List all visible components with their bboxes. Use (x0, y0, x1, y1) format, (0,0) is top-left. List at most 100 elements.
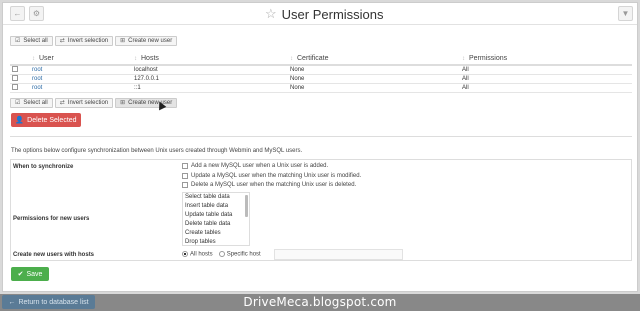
sync-option-add[interactable]: Add a new MySQL user when a Unix user is… (182, 163, 328, 169)
title-bar: ← ⚙ ☆ User Permissions ▼ (3, 3, 637, 25)
settings-button[interactable]: ⚙ (29, 6, 44, 21)
invert-selection-label: Invert selection (67, 100, 109, 106)
invert-selection-button[interactable]: ⇄ Invert selection (54, 36, 114, 46)
watermark-text: DriveMeca.blogspot.com (243, 295, 397, 309)
save-label: Save (26, 270, 43, 278)
delete-selected-label: Delete Selected (27, 116, 77, 124)
radio-selected[interactable] (182, 251, 188, 257)
checkbox-icon: ☑ (15, 100, 21, 106)
arrow-left-icon: ← (13, 9, 22, 18)
user-link[interactable]: root (32, 67, 42, 73)
permissions-select[interactable]: Select table data Insert table data Upda… (182, 192, 250, 246)
checkbox[interactable] (182, 163, 188, 169)
hosts-label: Create new users with hosts (13, 252, 95, 258)
specific-host-input[interactable] (274, 249, 403, 260)
checkbox[interactable] (182, 182, 188, 188)
sync-option-delete[interactable]: Delete a MySQL user when the matching Un… (182, 182, 356, 188)
sync-option-update-label: Update a MySQL user when the matching Un… (191, 173, 362, 179)
create-new-user-label: Create new user (128, 38, 173, 44)
permission-option[interactable]: Drop tables (183, 238, 249, 245)
select-all-button[interactable]: ☑ Select all (10, 98, 53, 108)
all-hosts-label: All hosts (190, 251, 213, 258)
plus-square-icon: ⊞ (120, 100, 126, 106)
header-permissions[interactable]: ↕ Permissions (460, 52, 632, 66)
bottom-toolbar: ☑ Select all ⇄ Invert selection ⊞ Create ne… (10, 98, 178, 108)
header-user[interactable]: ↕ User (30, 52, 132, 66)
invert-selection-label: Invert selection (67, 38, 109, 44)
when-to-sync-label: When to synchronize (13, 164, 74, 170)
sync-description: The options below configure synchronizat… (11, 148, 303, 154)
select-all-label: Select all (23, 38, 48, 44)
save-button[interactable]: ✔ Save (11, 267, 49, 281)
invert-icon: ⇄ (59, 100, 65, 106)
check-circle-icon: ✔ (17, 271, 24, 278)
user-cell: root (30, 83, 132, 93)
permission-option[interactable]: Create tables (183, 229, 249, 238)
header-hosts-label: Hosts (141, 54, 159, 62)
permission-option[interactable]: Delete table data (183, 220, 249, 229)
permission-option[interactable]: Select table data (183, 193, 249, 202)
header-permissions-label: Permissions (469, 54, 508, 62)
select-all-button[interactable]: ☑ Select all (10, 36, 53, 46)
permissions-cell: All (460, 83, 632, 93)
row-select (10, 74, 30, 84)
row-checkbox[interactable] (12, 84, 18, 91)
create-new-user-button[interactable]: ⊞ Create new user (115, 36, 178, 46)
filter-icon: ▼ (621, 9, 630, 18)
header-user-label: User (39, 54, 54, 62)
host-cell: localhost (132, 65, 288, 75)
row-checkbox[interactable] (12, 75, 18, 82)
select-all-label: Select all (23, 100, 48, 106)
divider (10, 136, 632, 137)
specific-host-label: Specific host (226, 251, 261, 258)
user-minus-icon: 👤 (15, 117, 25, 124)
specific-host-radio[interactable]: Specific host (218, 251, 261, 258)
header-certificate[interactable]: ↕ Certificate (288, 52, 460, 66)
row-checkbox[interactable] (12, 66, 18, 73)
header-hosts[interactable]: ↕ Hosts (132, 52, 288, 66)
star-icon[interactable]: ☆ (265, 6, 277, 22)
sort-icon: ↕ (462, 55, 465, 62)
back-button[interactable]: ← (10, 6, 25, 21)
table-row: root localhost None All (10, 65, 632, 75)
listbox-scrollbar[interactable] (245, 195, 248, 217)
permission-option[interactable]: Update table data (183, 211, 249, 220)
user-cell: root (30, 74, 132, 84)
user-link[interactable]: root (32, 76, 42, 82)
sync-option-add-label: Add a new MySQL user when a Unix user is… (191, 163, 329, 169)
invert-icon: ⇄ (59, 38, 65, 44)
row-select (10, 65, 30, 75)
certificate-cell: None (288, 83, 460, 93)
all-hosts-radio[interactable]: All hosts (182, 251, 213, 258)
top-toolbar: ☑ Select all ⇄ Invert selection ⊞ Create ne… (10, 36, 178, 46)
row-select (10, 83, 30, 93)
delete-selected-button[interactable]: 👤 Delete Selected (11, 113, 81, 127)
permission-option[interactable]: Insert table data (183, 202, 249, 211)
certificate-cell: None (288, 65, 460, 75)
user-link[interactable]: root (32, 85, 42, 91)
permissions-cell: All (460, 65, 632, 75)
create-new-user-button[interactable]: ⊞ Create new user (115, 98, 178, 108)
users-table: ↕ User ↕ Hosts ↕ Certificate ↕ Permissions r… (10, 52, 632, 93)
header-select (10, 52, 30, 66)
host-cell: ::1 (132, 83, 288, 93)
table-header-row: ↕ User ↕ Hosts ↕ Certificate ↕ Permissions (10, 52, 632, 66)
invert-selection-button[interactable]: ⇄ Invert selection (54, 98, 114, 108)
table-row: root ::1 None All (10, 83, 632, 93)
sync-form: When to synchronize Add a new MySQL user… (10, 159, 632, 261)
permissions-label: Permissions for new users (13, 216, 90, 222)
permissions-cell: All (460, 74, 632, 84)
hosts-radio-group: All hosts Specific host (182, 251, 261, 258)
header-certificate-label: Certificate (297, 54, 329, 62)
sort-icon: ↕ (32, 55, 35, 62)
checkbox[interactable] (182, 173, 188, 179)
certificate-cell: None (288, 74, 460, 84)
table-row: root 127.0.0.1 None All (10, 74, 632, 84)
radio[interactable] (218, 251, 225, 257)
gear-icon: ⚙ (32, 9, 41, 18)
user-cell: root (30, 65, 132, 75)
sync-option-update[interactable]: Update a MySQL user when the matching Un… (182, 173, 361, 179)
host-cell: 127.0.0.1 (132, 74, 288, 84)
page-title-text: User Permissions (281, 6, 384, 22)
filter-button[interactable]: ▼ (618, 6, 633, 21)
